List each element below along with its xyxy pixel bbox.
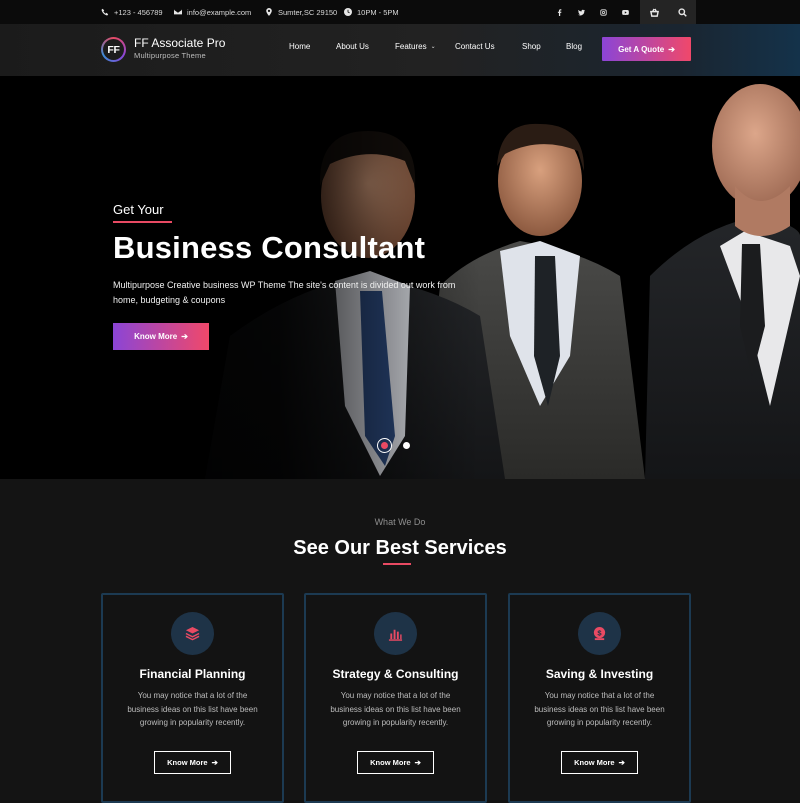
slider-dot-2[interactable] xyxy=(403,442,410,449)
nav-features-label: Features xyxy=(395,42,427,51)
phone-info[interactable]: +123 - 456789 xyxy=(101,0,163,24)
chevron-down-icon: ⌄ xyxy=(430,44,436,50)
hero-slider: Get Your Business Consultant Multipurpos… xyxy=(0,76,800,479)
facebook-icon[interactable] xyxy=(548,0,570,24)
get-a-quote-button[interactable]: Get A Quote ➔ xyxy=(602,37,691,61)
arrow-right-icon: ➔ xyxy=(668,44,675,54)
services-title: See Our Best Services xyxy=(293,537,507,559)
nav-about-us[interactable]: About Us xyxy=(336,42,369,51)
hero-title: Business Consultant xyxy=(113,230,426,265)
nav-features[interactable]: Features ⌄ xyxy=(395,42,436,51)
clock-icon xyxy=(344,8,352,16)
site-logo[interactable]: FF xyxy=(101,37,126,62)
twitter-icon[interactable] xyxy=(570,0,592,24)
address-text: Sumter,SC 29150 xyxy=(278,7,338,17)
hero-kicker: Get Your xyxy=(113,202,164,217)
services-kicker: What We Do xyxy=(374,517,426,527)
service-know-more-label: Know More xyxy=(574,758,615,767)
youtube-icon[interactable] xyxy=(614,0,636,24)
layers-icon xyxy=(171,612,214,655)
nav-shop[interactable]: Shop xyxy=(522,42,541,51)
hero-know-more-label: Know More xyxy=(134,332,178,341)
service-card-text: You may notice that a lot of the busines… xyxy=(330,691,461,727)
hero-kicker-underline xyxy=(113,221,172,223)
email-info[interactable]: info@example.com xyxy=(174,0,251,24)
slider-dot-1[interactable] xyxy=(377,438,392,453)
phone-number: +123 - 456789 xyxy=(114,7,163,17)
nav-contact-us[interactable]: Contact Us xyxy=(455,42,495,51)
hours-text: 10PM - 5PM xyxy=(357,7,399,17)
bar-chart-icon xyxy=(374,612,417,655)
top-bar: +123 - 456789 info@example.com Sumter,SC… xyxy=(0,0,800,24)
arrow-right-icon: ➔ xyxy=(414,758,421,767)
service-card: $ Saving & Investing You may notice that… xyxy=(508,593,691,803)
site-tagline: Multipurpose Theme xyxy=(134,51,206,60)
service-know-more-button[interactable]: Know More ➔ xyxy=(561,751,638,774)
search-icon[interactable] xyxy=(668,0,696,24)
service-card-text: You may notice that a lot of the busines… xyxy=(127,691,258,727)
logo-initials: FF xyxy=(103,39,124,60)
service-card: Strategy & Consulting You may notice tha… xyxy=(304,593,487,803)
services-title-underline xyxy=(383,563,411,565)
address-info: Sumter,SC 29150 xyxy=(265,0,337,24)
service-know-more-label: Know More xyxy=(167,758,208,767)
hero-know-more-button[interactable]: Know More ➔ xyxy=(113,323,209,350)
site-title[interactable]: FF Associate Pro xyxy=(134,36,225,50)
map-pin-icon xyxy=(266,8,272,16)
services-section: What We Do See Our Best Services Financi… xyxy=(0,479,800,803)
service-card: Financial Planning You may notice that a… xyxy=(101,593,284,803)
nav-blog[interactable]: Blog xyxy=(566,42,582,51)
phone-icon xyxy=(101,8,109,16)
service-know-more-button[interactable]: Know More ➔ xyxy=(357,751,434,774)
envelope-icon xyxy=(174,9,182,15)
basket-icon[interactable] xyxy=(640,0,668,24)
nav-home[interactable]: Home xyxy=(289,42,310,51)
get-a-quote-label: Get A Quote xyxy=(618,44,665,54)
arrow-right-icon: ➔ xyxy=(211,758,218,767)
site-header: FF FF Associate Pro Multipurpose Theme H… xyxy=(0,24,800,76)
email-address: info@example.com xyxy=(187,7,252,17)
service-know-more-button[interactable]: Know More ➔ xyxy=(154,751,231,774)
instagram-icon[interactable] xyxy=(592,0,614,24)
hero-description: Multipurpose Creative business WP Theme … xyxy=(113,280,456,305)
hours-info: 10PM - 5PM xyxy=(344,0,399,24)
service-card-title: Financial Planning xyxy=(139,667,246,681)
money-bag-icon: $ xyxy=(578,612,621,655)
arrow-right-icon: ➔ xyxy=(181,332,188,341)
service-know-more-label: Know More xyxy=(370,758,411,767)
service-card-text: You may notice that a lot of the busines… xyxy=(534,691,665,727)
arrow-right-icon: ➔ xyxy=(618,758,625,767)
service-card-title: Saving & Investing xyxy=(545,667,654,681)
service-card-title: Strategy & Consulting xyxy=(332,667,459,681)
